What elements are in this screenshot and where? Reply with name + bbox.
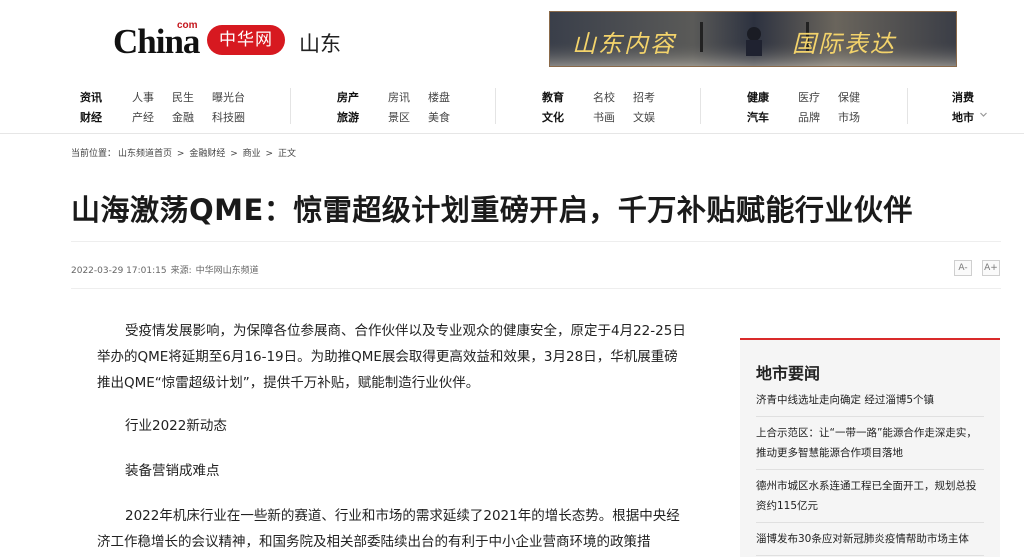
article-source: 中华网山东频道 xyxy=(195,266,259,276)
breadcrumb-item[interactable]: 商业 xyxy=(243,149,261,159)
nav-cat-health[interactable]: 健康 xyxy=(747,89,769,105)
nav-cat-city[interactable]: 地市 xyxy=(952,109,974,125)
nav-link[interactable]: 民生 xyxy=(172,89,194,105)
nav-link[interactable]: 书画 xyxy=(593,109,615,125)
nav-cat-consume[interactable]: 消费 xyxy=(952,89,974,105)
sidebar-title: 地市要闻 xyxy=(756,364,821,383)
main-nav: 资讯 人事 民生 曝光台 财经 产经 金融 科技圈 房产 房讯 楼盘 旅游 景区… xyxy=(0,80,1024,134)
nav-divider xyxy=(907,88,908,124)
logo-com-text: com xyxy=(177,20,198,31)
sidebar-news-item[interactable]: 济青中线选址走向确定 经过淄博5个镇 xyxy=(756,390,984,417)
nav-link[interactable]: 科技圈 xyxy=(212,109,245,125)
font-larger-button[interactable]: A+ xyxy=(982,260,1000,276)
article-subheading: 装备营销成难点 xyxy=(125,463,220,479)
nav-group-health: 健康 医疗 保健 汽车 品牌 市场 xyxy=(747,86,887,130)
banner-text-right: 国际表达 xyxy=(792,30,896,58)
chevron-down-icon[interactable] xyxy=(979,110,988,122)
nav-link[interactable]: 金融 xyxy=(172,109,194,125)
nav-divider xyxy=(700,88,701,124)
breadcrumb-sep: > xyxy=(230,149,238,159)
article-header: 山海激荡QME：惊雷超级计划重磅开启，千万补贴赋能行业伙伴 xyxy=(71,168,1001,242)
nav-link[interactable]: 医疗 xyxy=(798,89,820,105)
breadcrumb-sep: > xyxy=(265,149,274,159)
nav-group-house: 房产 房讯 楼盘 旅游 景区 美食 xyxy=(337,86,477,130)
source-label: 来源: xyxy=(170,266,192,276)
nav-link[interactable]: 景区 xyxy=(388,109,410,125)
nav-divider xyxy=(495,88,496,124)
region-name: 山东 xyxy=(299,32,341,56)
article-subheading: 行业2022新动态 xyxy=(125,418,227,434)
nav-group-edu: 教育 名校 招考 文化 书画 文娱 xyxy=(542,86,682,130)
nav-link[interactable]: 美食 xyxy=(428,109,450,125)
nav-cat-house[interactable]: 房产 xyxy=(337,89,359,105)
nav-link[interactable]: 文娱 xyxy=(633,109,655,125)
nav-link[interactable]: 人事 xyxy=(132,89,154,105)
article-meta: 2022-03-29 17:01:15 来源: 中华网山东频道 xyxy=(71,263,263,276)
breadcrumb-sep: > xyxy=(176,149,185,159)
breadcrumb: 当前位置： 山东频道首页 > 金融财经 > 商业 > 正文 xyxy=(71,146,298,159)
nav-cat-news[interactable]: 资讯 xyxy=(80,89,102,105)
logo-zh-badge: 中华网 xyxy=(207,25,285,55)
nav-divider xyxy=(290,88,291,124)
nav-link[interactable]: 曝光台 xyxy=(212,89,245,105)
banner-text-left: 山东内容 xyxy=(572,30,676,58)
breadcrumb-item[interactable]: 山东频道首页 xyxy=(118,149,172,159)
sidebar-news-list: 济青中线选址走向确定 经过淄博5个镇 上合示范区：让“一带一路”能源合作走深走实… xyxy=(756,390,984,556)
breadcrumb-prefix: 当前位置： xyxy=(71,149,117,159)
ad-banner[interactable]: 山东内容 国际表达 xyxy=(549,11,957,67)
nav-group-consume: 消费 地市 xyxy=(952,86,1012,130)
nav-link[interactable]: 品牌 xyxy=(798,109,820,125)
sidebar-city-news: 地市要闻 济青中线选址走向确定 经过淄博5个镇 上合示范区：让“一带一路”能源合… xyxy=(740,338,1000,557)
nav-link[interactable]: 楼盘 xyxy=(428,89,450,105)
nav-cat-auto[interactable]: 汽车 xyxy=(747,109,769,125)
nav-cat-edu[interactable]: 教育 xyxy=(542,89,564,105)
sidebar-news-item[interactable]: 淄博发布30条应对新冠肺炎疫情帮助市场主体 xyxy=(756,523,984,556)
nav-link[interactable]: 保健 xyxy=(838,89,860,105)
meta-divider xyxy=(71,288,1001,289)
nav-cat-finance[interactable]: 财经 xyxy=(80,109,102,125)
article-title: 山海激荡QME：惊雷超级计划重磅开启，千万补贴赋能行业伙伴 xyxy=(71,193,913,227)
article-body: 受疫情发展影响，为保障各位参展商、合作伙伴以及专业观众的健康安全，原定于4月22… xyxy=(97,318,687,557)
breadcrumb-item[interactable]: 金融财经 xyxy=(189,149,225,159)
sidebar-news-item[interactable]: 德州市城区水系连通工程已全面开工，规划总投资约115亿元 xyxy=(756,470,984,523)
sidebar-news-item[interactable]: 上合示范区：让“一带一路”能源合作走深走实，推动更多智慧能源合作项目落地 xyxy=(756,417,984,470)
nav-link[interactable]: 产经 xyxy=(132,109,154,125)
article-paragraph: 2022年机床行业在一些新的赛道、行业和市场的需求延续了2021年的增长态势。根… xyxy=(97,508,680,550)
nav-link[interactable]: 名校 xyxy=(593,89,615,105)
nav-link[interactable]: 市场 xyxy=(838,109,860,125)
nav-link[interactable]: 招考 xyxy=(633,89,655,105)
nav-link[interactable]: 房讯 xyxy=(388,89,410,105)
nav-cat-culture[interactable]: 文化 xyxy=(542,109,564,125)
breadcrumb-item: 正文 xyxy=(277,149,296,159)
font-smaller-button[interactable]: A- xyxy=(954,260,972,276)
article-date: 2022-03-29 17:01:15 xyxy=(71,266,167,276)
nav-cat-travel[interactable]: 旅游 xyxy=(337,109,359,125)
nav-group-news: 资讯 人事 民生 曝光台 财经 产经 金融 科技圈 xyxy=(80,86,260,130)
article-paragraph: 受疫情发展影响，为保障各位参展商、合作伙伴以及专业观众的健康安全，原定于4月22… xyxy=(97,323,686,391)
